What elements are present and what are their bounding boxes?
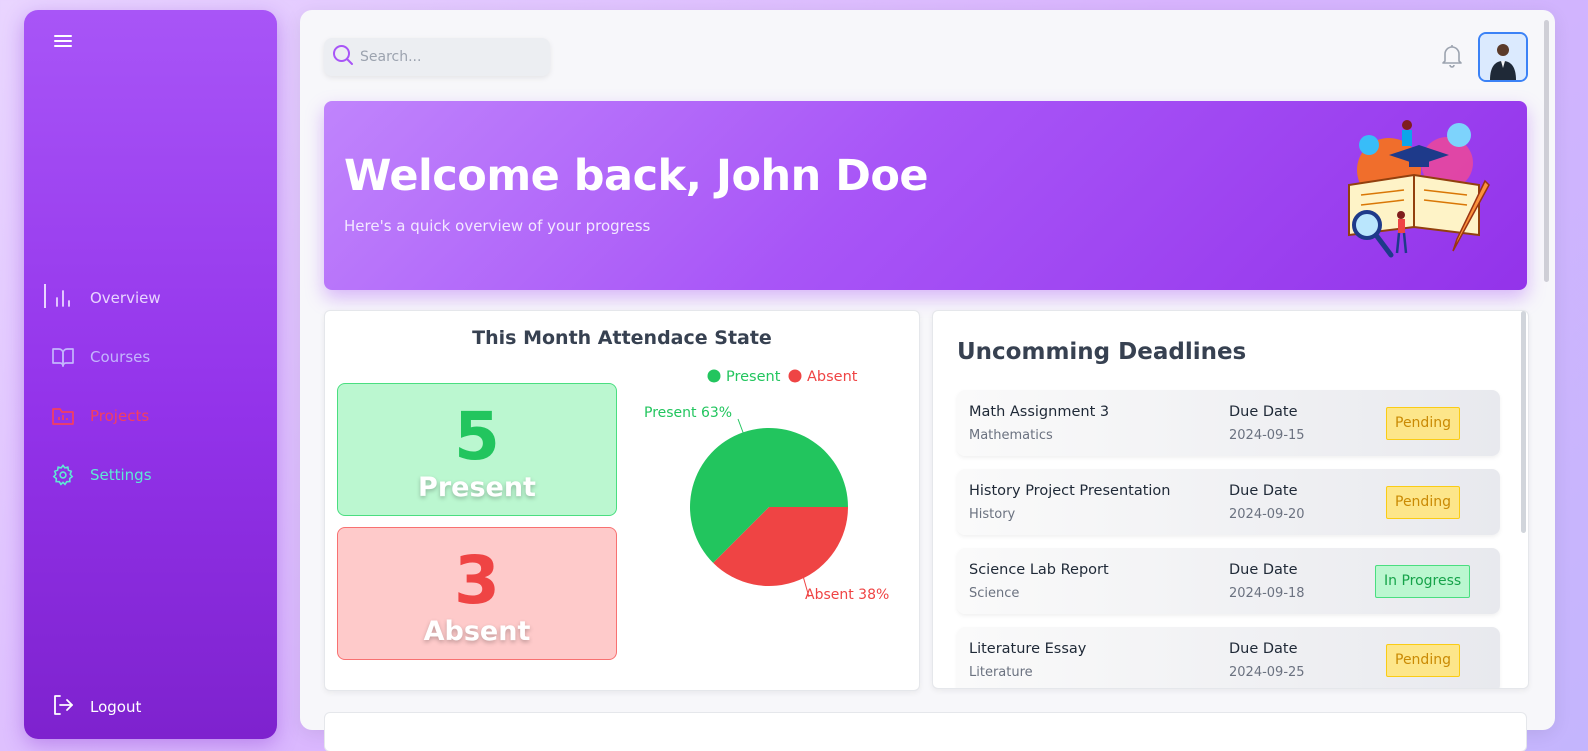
bar-chart-icon (52, 287, 74, 309)
pie-leader-present (737, 418, 745, 436)
welcome-banner: Welcome back, John Doe Here's a quick ov… (324, 101, 1527, 290)
attendance-pie-chart: Present Absent Present 63% Absent 38% (644, 369, 889, 603)
deadline-item[interactable]: Science Lab Report Science Due Date 2024… (957, 548, 1500, 614)
pie-label-absent: Absent 38% (805, 587, 889, 603)
bottom-card (324, 712, 1527, 751)
sidebar-item-courses[interactable]: Courses (24, 327, 277, 386)
deadline-subject: Mathematics (969, 428, 1053, 443)
present-stat-card: 5 Present (337, 383, 617, 516)
absent-count: 3 (454, 542, 500, 619)
deadline-name: History Project Presentation (969, 483, 1171, 499)
legend-swatch-absent (788, 369, 802, 383)
attendance-title: This Month Attendace State (472, 327, 772, 349)
deadline-subject: History (969, 507, 1016, 522)
pie-label-present: Present 63% (644, 405, 732, 421)
due-date-value: 2024-09-20 (1229, 507, 1305, 522)
status-badge: Pending (1386, 486, 1460, 519)
avatar[interactable] (1478, 32, 1528, 82)
status-badge: Pending (1386, 407, 1460, 440)
pie-slices (690, 428, 848, 586)
sidebar: Overview Courses Projects Settings Logou… (24, 10, 277, 739)
education-illustration (1329, 115, 1499, 269)
sidebar-nav: Overview Courses Projects Settings (24, 268, 277, 504)
pie-legend: Present Absent (707, 369, 858, 385)
due-date-label: Due Date (1229, 483, 1298, 499)
deadlines-scrollbar[interactable] (1521, 311, 1526, 533)
sidebar-item-label: Courses (90, 347, 151, 366)
sidebar-item-label: Settings (90, 465, 152, 484)
book-icon (52, 346, 74, 368)
absent-stat-card: 3 Absent (337, 527, 617, 660)
logout-icon (52, 694, 74, 720)
sidebar-item-label: Projects (90, 406, 150, 425)
sidebar-item-projects[interactable]: Projects (24, 386, 277, 445)
deadlines-card: Uncomming Deadlines Math Assignment 3 Ma… (932, 310, 1529, 689)
logout-button[interactable]: Logout (52, 694, 141, 720)
search-icon (332, 44, 354, 70)
due-date-value: 2024-09-18 (1229, 586, 1305, 601)
hamburger-icon[interactable] (54, 32, 72, 50)
deadlines-title: Uncomming Deadlines (957, 339, 1247, 365)
attendance-card: This Month Attendace State 5 Present 3 A… (324, 310, 920, 691)
scrollbar[interactable] (1544, 20, 1549, 282)
main-panel: Welcome back, John Doe Here's a quick ov… (300, 10, 1555, 751)
gear-icon (52, 463, 74, 486)
sidebar-item-overview[interactable]: Overview (24, 268, 277, 327)
deadline-item[interactable]: Literature Essay Literature Due Date 202… (957, 627, 1500, 688)
logout-label: Logout (90, 698, 142, 716)
present-label: Present (418, 472, 536, 503)
status-badge: In Progress (1375, 565, 1471, 598)
bell-icon[interactable] (1440, 43, 1464, 73)
status-badge: Pending (1386, 644, 1460, 677)
hero-title: Welcome back, John Doe (344, 151, 929, 201)
legend-item-absent[interactable]: Absent (788, 369, 858, 385)
folder-icon (52, 405, 74, 427)
present-count: 5 (454, 398, 500, 475)
deadline-subject: Literature (969, 665, 1033, 680)
legend-item-present[interactable]: Present (707, 369, 781, 385)
legend-label-present: Present (726, 369, 781, 385)
deadline-name: Literature Essay (969, 641, 1087, 657)
search-input[interactable] (360, 49, 530, 65)
deadline-item[interactable]: History Project Presentation History Due… (957, 469, 1500, 535)
due-date-label: Due Date (1229, 641, 1298, 657)
absent-label: Absent (423, 616, 531, 647)
sidebar-item-settings[interactable]: Settings (24, 445, 277, 504)
deadline-name: Science Lab Report (969, 562, 1109, 578)
deadline-name: Math Assignment 3 (969, 404, 1110, 420)
sidebar-item-label: Overview (90, 288, 161, 307)
legend-swatch-present (707, 369, 721, 383)
due-date-value: 2024-09-15 (1229, 428, 1305, 443)
due-date-label: Due Date (1229, 562, 1298, 578)
deadline-subject: Science (969, 586, 1020, 601)
due-date-label: Due Date (1229, 404, 1298, 420)
hero-subtitle: Here's a quick overview of your progress (344, 217, 651, 235)
search-box[interactable] (324, 38, 550, 76)
legend-label-absent: Absent (807, 369, 858, 385)
due-date-value: 2024-09-25 (1229, 665, 1305, 680)
deadline-item[interactable]: Math Assignment 3 Mathematics Due Date 2… (957, 390, 1500, 456)
